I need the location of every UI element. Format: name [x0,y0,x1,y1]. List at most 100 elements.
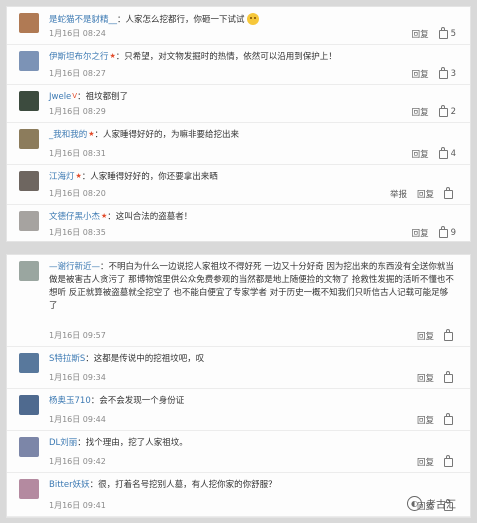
comment-actions: 回复 2 [412,104,456,118]
thumbs-up-icon [438,146,448,159]
comment-date: 1月16日 09:34 [49,373,106,382]
comment-username[interactable]: 伊斯坦布尔之行 [49,52,109,62]
comment-body: 江海灯★：人家睡得好好的，你还要拿出来晒 [49,171,456,184]
comment-username[interactable]: Jwele [49,92,71,102]
avatar[interactable] [19,211,39,231]
reply-button[interactable]: 回复 [417,456,434,468]
avatar[interactable] [19,171,39,191]
comment-username[interactable]: 江海灯 [49,172,75,182]
thumbs-up-icon [444,370,453,383]
comment-text: ：人家睡得好好的，你还要拿出来晒 [81,172,218,182]
comment-username[interactable]: —谢行新近— [49,262,100,272]
like-button[interactable] [444,454,456,467]
comment-username[interactable]: Bitter妖妖 [49,480,90,490]
like-button[interactable] [444,412,456,425]
comment-body: JweleV：祖坟都刨了 [49,91,456,104]
like-button[interactable]: 2 [438,104,456,117]
thumbs-up-icon [444,454,453,467]
reply-button[interactable]: 回复 [412,106,429,118]
reply-button[interactable]: 回复 [417,372,434,384]
comment-username[interactable]: 是蛇猫不是豺精__ [49,15,117,25]
comment-date: 1月16日 08:35 [49,228,106,237]
avatar[interactable] [19,353,39,373]
avatar[interactable] [19,261,39,281]
thumbs-up-icon [438,66,448,79]
comment-text: ：只希望，对文物发掘时的热情，依然可以沿用到保护上！ [115,52,337,62]
comment-date: 1月16日 08:27 [49,69,106,78]
comment-text: ：人家怎么挖都行，你砸一下试试 [117,15,245,25]
comment-actions: 回复 5 [412,26,456,40]
emoji-icon [246,13,259,25]
comment-date: 1月16日 08:20 [49,189,106,198]
comment-item: _我和我的★：人家睡得好好的，为嘛非要给挖出来 1月16日 08:31 回复 4 [7,123,470,165]
comment-item: 杨奥玉710：会不会发现一个身份证 1月16日 09:44 回复 [7,389,470,431]
thumbs-up-icon [444,412,453,425]
comment-actions: 回复 [417,412,456,426]
comment-panel-top: 是蛇猫不是豺精__：人家怎么挖都行，你砸一下试试 1月16日 08:24 回复 5 伊斯… [6,6,471,242]
comment-date: 1月16日 09:44 [49,415,106,424]
thumbs-up-icon [438,104,448,117]
comment-item: Bitter妖妖：很，打着名号挖别人墓，有人挖你家的你舒服？ 1月16日 09:4… [7,473,470,517]
reply-button[interactable]: 回复 [417,414,434,426]
comment-date: 1月16日 09:41 [49,501,106,510]
comment-body: _我和我的★：人家睡得好好的，为嘛非要给挖出来 [49,129,456,142]
reply-button[interactable]: 回复 [412,148,429,160]
like-button[interactable] [444,328,456,341]
watermark: ◐ 考古汇 [407,496,456,511]
like-count: 2 [450,107,456,117]
avatar[interactable] [19,479,39,499]
watermark-label: 考古汇 [426,500,456,511]
comment-actions: 回复 [417,454,456,468]
wechat-icon: ◐ [407,496,422,511]
like-button[interactable]: 9 [438,225,456,238]
like-count: 3 [450,69,456,79]
like-count: 9 [450,228,456,238]
avatar[interactable] [19,395,39,415]
comment-body: —谢行新近—：不明白为什么一边说挖人家祖坟不得好死 一边又十分好奇 因为挖出来的… [49,261,456,313]
comment-text: ：人家睡得好好的，为嘛非要给挖出来 [94,130,240,140]
comment-actions: 回复 [417,328,456,342]
avatar[interactable] [19,129,39,149]
comment-body: 文德仔黑小杰★：这叫合法的盗墓者！ [49,211,456,224]
comment-text: ：这都是传说中的挖祖坟吧，叹 [85,354,205,364]
reply-button[interactable]: 回复 [412,68,429,80]
comment-body: 杨奥玉710：会不会发现一个身份证 [49,395,456,408]
like-button[interactable]: 3 [438,66,456,79]
like-count: 4 [450,149,456,159]
comment-date: 1月16日 08:29 [49,107,106,116]
like-button[interactable]: 5 [438,26,456,39]
comment-item: S特拉斯S：这都是传说中的挖祖坟吧，叹 1月16日 09:34 回复 [7,347,470,389]
comment-actions: 回复 9 [412,225,456,239]
avatar[interactable] [19,51,39,71]
comment-body: DL刘丽：找个理由，挖了人家祖坟。 [49,437,456,450]
comment-text: ：会不会发现一个身份证 [90,396,185,406]
avatar[interactable] [19,13,39,33]
thumbs-up-icon [438,225,448,238]
comment-username[interactable]: S特拉斯S [49,354,85,364]
reply-button[interactable]: 回复 [417,188,434,200]
comment-username[interactable]: _我和我的 [49,130,87,140]
comment-item: 江海灯★：人家睡得好好的，你还要拿出来晒 1月16日 08:20 举报 回复 [7,165,470,205]
like-button[interactable]: 4 [438,146,456,159]
comment-username[interactable]: DL刘丽 [49,438,77,448]
comment-item: —谢行新近—：不明白为什么一边说挖人家祖坟不得好死 一边又十分好奇 因为挖出来的… [7,255,470,347]
comment-actions: 举报 回复 [390,186,456,200]
comment-date: 1月16日 09:57 [49,331,106,340]
comment-text: ：找个理由，挖了人家祖坟。 [77,438,188,448]
reply-button[interactable]: 回复 [412,227,429,239]
like-count: 5 [450,29,456,39]
reply-button[interactable]: 回复 [412,28,429,40]
reply-button[interactable]: 回复 [417,330,434,342]
comment-body: 是蛇猫不是豺精__：人家怎么挖都行，你砸一下试试 [49,13,456,27]
comment-panel-bottom: —谢行新近—：不明白为什么一边说挖人家祖坟不得好死 一边又十分好奇 因为挖出来的… [6,254,471,518]
comment-username[interactable]: 文德仔黑小杰 [49,212,100,222]
avatar[interactable] [19,437,39,457]
comment-username[interactable]: 杨奥玉710 [49,396,91,406]
report-button[interactable]: 举报 [390,188,407,200]
comment-date: 1月16日 08:31 [49,149,106,158]
comment-item: 是蛇猫不是豺精__：人家怎么挖都行，你砸一下试试 1月16日 08:24 回复 5 [7,7,470,45]
thumbs-up-icon [444,328,453,341]
like-button[interactable] [444,186,456,199]
avatar[interactable] [19,91,39,111]
like-button[interactable] [444,370,456,383]
